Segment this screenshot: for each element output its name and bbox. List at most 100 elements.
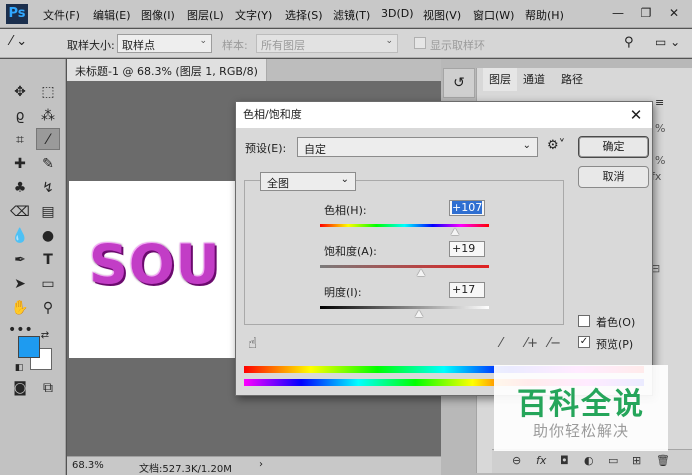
target-adjust-hand-icon[interactable]: ☝ — [248, 334, 257, 352]
menu-file[interactable]: 文件(F) — [43, 7, 80, 23]
link-layers-icon[interactable]: ⊖ — [512, 454, 521, 467]
menu-image[interactable]: 图像(I) — [141, 7, 175, 23]
tool-preset-icon[interactable]: ⁄ ⌄ — [10, 34, 27, 49]
tab-layers[interactable]: 图层 — [483, 68, 517, 91]
search-icon[interactable]: ⚲ — [624, 35, 634, 50]
tab-channels[interactable]: 通道 — [517, 68, 551, 91]
hue-track[interactable] — [320, 224, 489, 227]
screen-mode-icon[interactable]: ⧉ — [36, 377, 60, 399]
close-icon[interactable]: ✕ — [626, 105, 646, 125]
menu-type[interactable]: 文字(Y) — [235, 7, 272, 23]
sample-size-value: 取样点 — [122, 39, 155, 52]
hue-input[interactable]: +107 — [449, 200, 485, 216]
gradient-tool-icon[interactable]: ▤ — [36, 201, 60, 223]
pen-tool-icon[interactable]: ✒ — [8, 249, 32, 271]
panel-menu-icon[interactable]: ≡ — [655, 96, 664, 109]
lightness-input[interactable]: +17 — [449, 282, 485, 298]
crop-tool-icon[interactable]: ⌗ — [8, 129, 32, 151]
zoom-level[interactable]: 68.3% — [72, 460, 104, 471]
eyedropper-tool-icon[interactable]: ⁄ — [36, 128, 60, 150]
hue-saturation-dialog: 色相/饱和度 ✕ 预设(E): 自定 ⌄ ⚙˅ 确定 取消 全图 ⌄ 色相(H)… — [235, 101, 653, 396]
add-mask-icon[interactable]: ◘ — [560, 454, 569, 467]
menu-layer[interactable]: 图层(L) — [187, 7, 224, 23]
sample-select[interactable]: 所有图层 ⌄ — [256, 34, 398, 53]
cancel-button[interactable]: 取消 — [578, 166, 649, 188]
preset-value: 自定 — [304, 143, 326, 156]
document-canvas[interactable]: SOU — [69, 181, 239, 358]
saturation-track[interactable] — [320, 265, 489, 268]
delete-layer-icon[interactable]: 🗑 — [656, 454, 670, 467]
move-tool-icon[interactable]: ✥ — [8, 81, 32, 103]
chevron-right-icon[interactable]: › — [259, 459, 263, 470]
watermark: 百科全说 助你轻松解决 — [494, 365, 668, 451]
adjustment-layer-icon[interactable]: ◐ — [584, 454, 594, 467]
magic-wand-icon[interactable]: ⁂ — [36, 105, 60, 127]
path-select-icon[interactable]: ➤ — [8, 273, 32, 295]
lightness-label: 明度(I): — [324, 286, 362, 299]
history-brush-icon[interactable]: ↯ — [36, 177, 60, 199]
ok-button[interactable]: 确定 — [578, 136, 649, 158]
quick-mask-icon[interactable]: ◙ — [8, 377, 32, 399]
history-panel-icon[interactable]: ↺ — [443, 68, 475, 98]
menu-help[interactable]: 帮助(H) — [525, 7, 564, 23]
sample-label: 样本: — [222, 39, 248, 52]
new-layer-icon[interactable]: ⊞ — [632, 454, 641, 467]
tab-paths[interactable]: 路径 — [555, 68, 589, 91]
saturation-slider-thumb[interactable] — [416, 269, 425, 276]
hand-tool-icon[interactable]: ✋ — [8, 297, 32, 319]
lightness-value: +17 — [452, 283, 476, 296]
lightness-slider-thumb[interactable] — [414, 310, 423, 317]
hue-slider-thumb[interactable] — [450, 228, 459, 235]
fx-icon[interactable]: fx — [536, 454, 546, 467]
saturation-value: +19 — [452, 242, 476, 255]
lightness-track[interactable] — [320, 306, 489, 309]
document-info: 文档:527.3K/1.20M — [139, 464, 232, 475]
menu-view[interactable]: 视图(V) — [423, 7, 461, 23]
preview-checkbox[interactable]: ✓ — [578, 336, 590, 348]
options-bar: ⁄ ⌄ 取样大小: 取样点 ⌄ 样本: 所有图层 ⌄ 显示取样环 ⚲ ▭ ⌄ — [0, 29, 692, 58]
document-tab[interactable]: 未标题-1 @ 68.3% (图层 1, RGB/8) * — [67, 59, 267, 92]
marquee-tool-icon[interactable]: ⬚ — [36, 81, 60, 103]
saturation-label: 饱和度(A): — [324, 245, 377, 258]
swap-colors-icon[interactable]: ⇄ — [38, 329, 52, 343]
brush-tool-icon[interactable]: ✎ — [36, 153, 60, 175]
new-group-icon[interactable]: ▭ — [608, 454, 618, 467]
eraser-tool-icon[interactable]: ⌫ — [8, 201, 32, 223]
sample-size-select[interactable]: 取样点 ⌄ — [117, 34, 212, 53]
restore-icon[interactable]: ❐ — [636, 4, 656, 22]
channel-select[interactable]: 全图 ⌄ — [260, 172, 356, 191]
fill-fragment: % — [655, 154, 666, 167]
show-ring-checkbox[interactable] — [414, 37, 426, 49]
shape-tool-icon[interactable]: ▭ — [36, 273, 60, 295]
hue-value: +107 — [452, 201, 483, 214]
eyedropper-minus-icon[interactable]: ⁄− — [548, 336, 561, 351]
menu-window[interactable]: 窗口(W) — [473, 7, 514, 23]
toolbox: ✥ ⬚ ϱ ⁂ ⌗ ⁄ ✚ ✎ ♣ ↯ ⌫ ▤ 💧 ● ✒ T ➤ ▭ ✋ ⚲ … — [0, 59, 66, 475]
foreground-color-swatch[interactable] — [18, 336, 40, 358]
zoom-tool-icon[interactable]: ⚲ — [36, 297, 60, 319]
colorize-checkbox[interactable] — [578, 315, 590, 327]
menu-edit[interactable]: 编辑(E) — [93, 7, 131, 23]
workspace-icon[interactable]: ▭ ⌄ — [655, 35, 680, 49]
eyedropper-icon[interactable]: ⁄ — [500, 336, 502, 351]
menu-filter[interactable]: 滤镜(T) — [333, 7, 370, 23]
eyedropper-plus-icon[interactable]: ⁄+ — [525, 336, 538, 351]
dodge-tool-icon[interactable]: ● — [36, 225, 60, 247]
preset-options-icon[interactable]: ⚙˅ — [547, 138, 565, 153]
stamp-tool-icon[interactable]: ♣ — [8, 177, 32, 199]
default-colors-icon[interactable]: ◧ — [12, 361, 26, 375]
dialog-title: 色相/饱和度 — [243, 108, 302, 121]
lasso-tool-icon[interactable]: ϱ — [8, 105, 32, 127]
preset-select[interactable]: 自定 ⌄ — [297, 137, 538, 157]
healing-brush-icon[interactable]: ✚ — [8, 153, 32, 175]
blur-tool-icon[interactable]: 💧 — [8, 225, 32, 247]
menu-3d[interactable]: 3D(D) — [381, 7, 414, 20]
canvas-text: SOU — [89, 233, 221, 296]
chevron-down-icon: ⌄ — [340, 174, 349, 185]
saturation-input[interactable]: +19 — [449, 241, 485, 257]
type-tool-icon[interactable]: T — [36, 249, 60, 271]
close-icon[interactable]: ✕ — [664, 4, 684, 22]
minimize-icon[interactable]: — — [608, 4, 628, 22]
menu-select[interactable]: 选择(S) — [285, 7, 323, 23]
dialog-title-bar: 色相/饱和度 — [236, 102, 652, 128]
